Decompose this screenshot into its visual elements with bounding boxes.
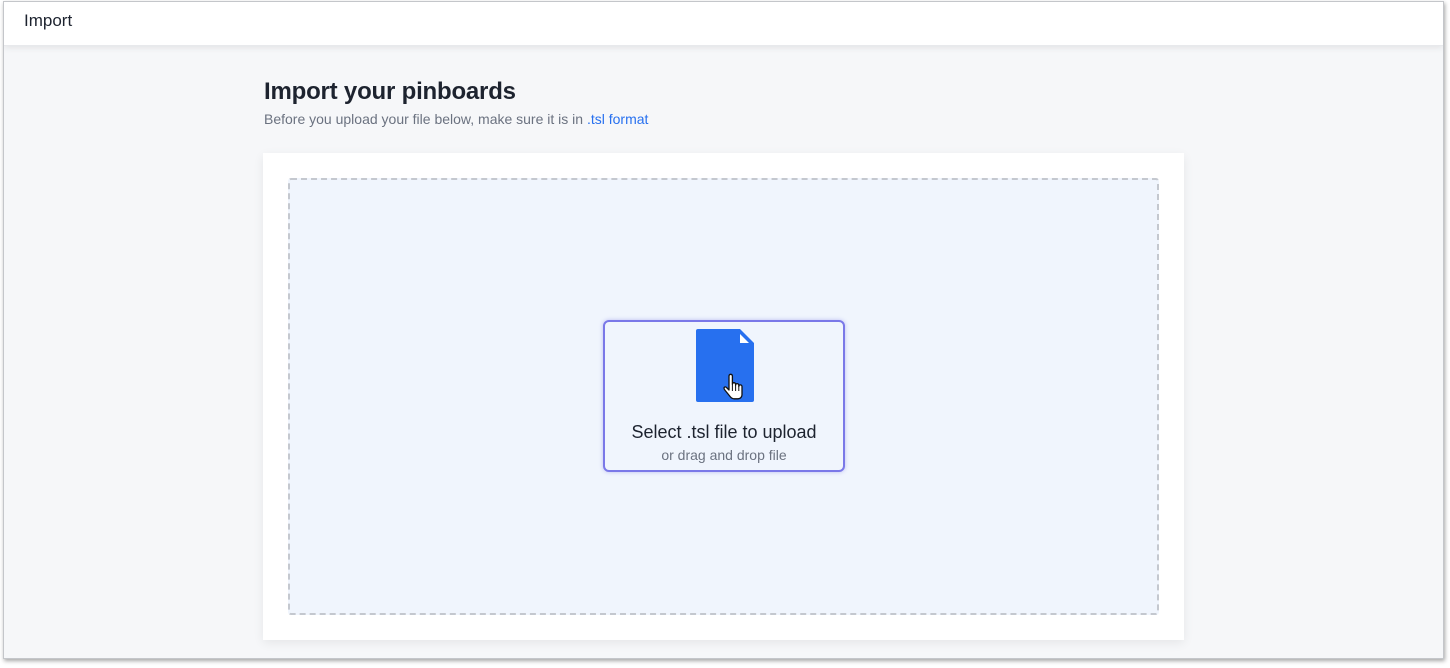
file-icon	[696, 329, 754, 402]
instructions-text: Before you upload your file below, make …	[264, 111, 587, 127]
import-instructions: Before you upload your file below, make …	[264, 111, 648, 127]
app-window: Import Import your pinboards Before you …	[3, 1, 1444, 659]
import-heading: Import your pinboards	[264, 78, 516, 105]
top-bar: Import	[4, 2, 1443, 46]
select-file-button[interactable]: Select .tsl file to upload or drag and d…	[603, 320, 845, 472]
upload-card: Select .tsl file to upload or drag and d…	[263, 153, 1184, 640]
upload-subtitle: or drag and drop file	[661, 447, 787, 463]
drop-zone[interactable]: Select .tsl file to upload or drag and d…	[288, 178, 1159, 615]
upload-title: Select .tsl file to upload	[631, 422, 817, 442]
page-title: Import	[24, 11, 73, 30]
tsl-format-link[interactable]: .tsl format	[587, 111, 648, 127]
